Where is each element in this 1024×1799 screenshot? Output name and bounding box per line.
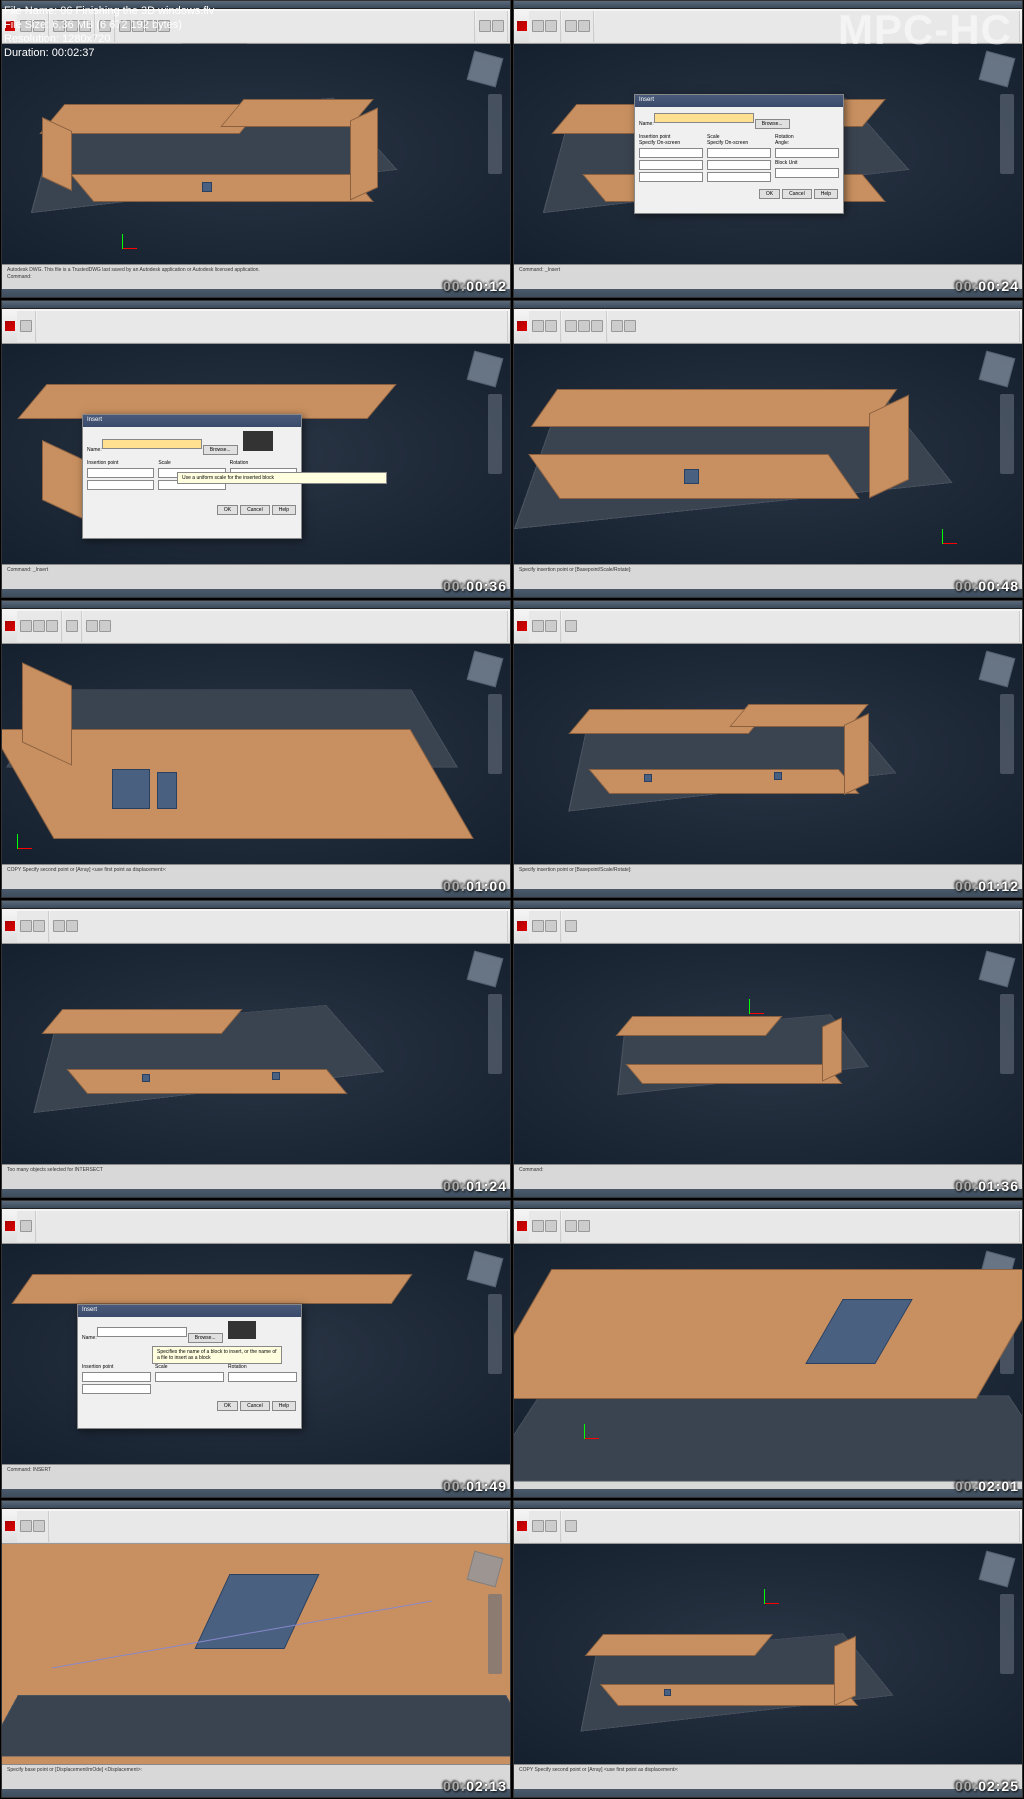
tooltip-block-name: Specifies the name of a block to insert,… bbox=[152, 1346, 282, 1364]
nav-bar[interactable] bbox=[1000, 994, 1014, 1074]
viewport[interactable]: Insert Name:Browse... Insertion pointSpe… bbox=[514, 44, 1022, 264]
timestamp: 00:02:13 bbox=[443, 1778, 507, 1794]
watermark-text: MPC-HC bbox=[838, 6, 1012, 54]
thumbnail-8: Command: 00:01:36 bbox=[513, 900, 1023, 1198]
nav-bar[interactable] bbox=[488, 1294, 502, 1374]
timestamp: 00:00:48 bbox=[955, 578, 1019, 594]
nav-bar[interactable] bbox=[488, 694, 502, 774]
timestamp: 00:01:12 bbox=[955, 878, 1019, 894]
viewport[interactable] bbox=[2, 44, 510, 264]
thumbnail-12: COPY Specify second point or [Array] <us… bbox=[513, 1500, 1023, 1798]
viewcube-icon[interactable] bbox=[979, 351, 1016, 388]
viewport[interactable] bbox=[514, 1544, 1022, 1764]
thumbnail-7: Too many objects selected for INTERSECT … bbox=[1, 900, 511, 1198]
viewcube-icon[interactable] bbox=[467, 651, 504, 688]
nav-bar[interactable] bbox=[1000, 394, 1014, 474]
command-line[interactable]: COPY Specify second point or [Array] <us… bbox=[2, 864, 510, 889]
viewcube-icon[interactable] bbox=[979, 651, 1016, 688]
viewport[interactable] bbox=[514, 944, 1022, 1164]
nav-bar[interactable] bbox=[1000, 1594, 1014, 1674]
thumbnail-grid: Product update available Autodesk DWG. T… bbox=[0, 0, 1024, 1799]
timestamp: 00:00:24 bbox=[955, 278, 1019, 294]
command-line[interactable]: Command: _Insert bbox=[2, 564, 510, 589]
viewcube-icon[interactable] bbox=[467, 351, 504, 388]
thumbnail-5: COPY Specify second point or [Array] <us… bbox=[1, 600, 511, 898]
thumbnail-9: Insert Name:Browse... Specifies the name… bbox=[1, 1200, 511, 1498]
nav-bar[interactable] bbox=[488, 1594, 502, 1674]
nav-bar[interactable] bbox=[488, 94, 502, 174]
viewport[interactable] bbox=[2, 944, 510, 1164]
insert-dialog[interactable]: Insert Name:Browse... Specifies the name… bbox=[77, 1304, 302, 1429]
nav-bar[interactable] bbox=[1000, 94, 1014, 174]
thumbnail-10: Specify insertion point or [Basepoint/Sc… bbox=[513, 1200, 1023, 1498]
viewcube-icon[interactable] bbox=[979, 1551, 1016, 1588]
viewcube-icon[interactable] bbox=[467, 51, 504, 88]
command-line[interactable]: COPY Specify second point or [Array] <us… bbox=[514, 1764, 1022, 1789]
thumbnail-4: Specify insertion point or [Basepoint/Sc… bbox=[513, 300, 1023, 598]
command-line[interactable]: Too many objects selected for INTERSECT bbox=[2, 1164, 510, 1189]
command-line[interactable]: Specify base point or [Displacement/mOde… bbox=[2, 1764, 510, 1789]
viewport[interactable]: Insert Name:Browse... Specifies the name… bbox=[2, 1244, 510, 1464]
browse-button[interactable]: Browse... bbox=[755, 119, 790, 129]
viewport[interactable] bbox=[514, 1244, 1022, 1464]
viewport[interactable] bbox=[514, 644, 1022, 864]
timestamp: 00:01:00 bbox=[443, 878, 507, 894]
viewcube-icon[interactable] bbox=[467, 951, 504, 988]
command-line[interactable]: Command: INSERT bbox=[2, 1464, 510, 1489]
timestamp: 00:01:24 bbox=[443, 1178, 507, 1194]
timestamp: 00:00:36 bbox=[443, 578, 507, 594]
timestamp: 00:01:36 bbox=[955, 1178, 1019, 1194]
viewcube-icon[interactable] bbox=[979, 951, 1016, 988]
nav-bar[interactable] bbox=[488, 994, 502, 1074]
viewport[interactable] bbox=[2, 1544, 510, 1764]
thumbnail-11: Specify base point or [Displacement/mOde… bbox=[1, 1500, 511, 1798]
viewport[interactable] bbox=[2, 644, 510, 864]
insert-dialog[interactable]: Insert Name:Browse... Insertion pointSpe… bbox=[634, 94, 844, 214]
timestamp: 00:02:01 bbox=[955, 1478, 1019, 1494]
insert-dialog[interactable]: Insert Name:Browse... Insertion point Sc… bbox=[82, 414, 302, 539]
viewcube-icon[interactable] bbox=[467, 1551, 504, 1588]
command-line[interactable]: Command: bbox=[514, 1164, 1022, 1189]
app-logo-icon bbox=[517, 21, 527, 31]
viewport[interactable]: Insert Name:Browse... Insertion point Sc… bbox=[2, 344, 510, 564]
command-line[interactable]: Autodesk DWG. This file is a TrustedDWG … bbox=[2, 264, 510, 289]
command-line[interactable]: Specify insertion point or [Basepoint/Sc… bbox=[514, 864, 1022, 889]
command-line[interactable]: Specify insertion point or [Basepoint/Sc… bbox=[514, 564, 1022, 589]
viewcube-icon[interactable] bbox=[979, 51, 1016, 88]
ok-button[interactable]: OK bbox=[759, 189, 780, 199]
cancel-button[interactable]: Cancel bbox=[782, 189, 812, 199]
tooltip-uniform-scale: Use a uniform scale for the inserted blo… bbox=[177, 472, 387, 484]
thumbnail-6: Specify insertion point or [Basepoint/Sc… bbox=[513, 600, 1023, 898]
file-info: File Name: 06 Finishing the 3D windows.f… bbox=[4, 4, 214, 60]
nav-bar[interactable] bbox=[1000, 694, 1014, 774]
help-button[interactable]: Help bbox=[814, 189, 838, 199]
viewcube-icon[interactable] bbox=[467, 1251, 504, 1288]
timestamp: 00:02:25 bbox=[955, 1778, 1019, 1794]
viewport[interactable] bbox=[514, 344, 1022, 564]
timestamp: 00:00:12 bbox=[443, 278, 507, 294]
thumbnail-3: Insert Name:Browse... Insertion point Sc… bbox=[1, 300, 511, 598]
command-line[interactable]: Command: _Insert bbox=[514, 264, 1022, 289]
timestamp: 00:01:49 bbox=[443, 1478, 507, 1494]
nav-bar[interactable] bbox=[488, 394, 502, 474]
